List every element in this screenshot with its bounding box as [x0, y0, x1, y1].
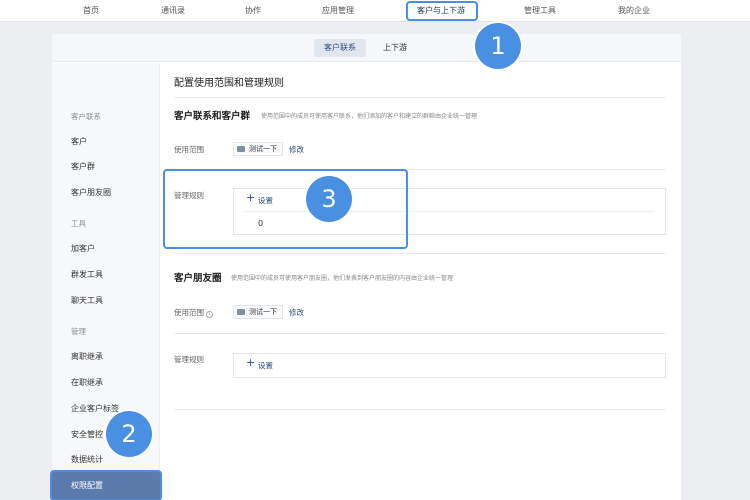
section-title-customer-moments: 客户朋友圈	[174, 273, 222, 284]
sidebar-group-customer-contact: 客户联系	[71, 112, 101, 121]
top-nav: 首页 通讯录 协作 应用管理 客户与上下游 管理工具 我的企业	[0, 0, 750, 22]
highlight-box-nav	[406, 1, 478, 21]
scope-label: 使用范围	[174, 145, 204, 154]
sidebar-item-customer-group[interactable]: 客户群	[71, 161, 95, 172]
sidebar-item-customer-moments[interactable]: 客户朋友圈	[71, 187, 111, 198]
nav-management-tools[interactable]: 管理工具	[524, 0, 556, 22]
divider	[174, 253, 666, 254]
sidebar-item-security[interactable]: 安全管控	[71, 429, 103, 440]
folder-icon	[237, 146, 245, 152]
highlight-box-rule	[163, 169, 408, 249]
sub-tab-bar: 客户联系 上下游	[52, 34, 681, 62]
rule-label: 管理规则	[174, 355, 204, 364]
scope-member-chip: 测试一下	[233, 142, 283, 156]
step-badge-1: 1	[475, 23, 521, 69]
sidebar-item-onjob-inheritance[interactable]: 在职继承	[71, 377, 103, 388]
sidebar-item-customer[interactable]: 客户	[71, 136, 87, 147]
scope-label: 使用范围 i	[174, 307, 213, 318]
sidebar-group-management: 管理	[71, 327, 86, 336]
sidebar-item-mass-send[interactable]: 群发工具	[71, 269, 103, 280]
rule-box: + 设置	[233, 353, 666, 378]
sidebar-item-add-customer[interactable]: 加客户	[71, 243, 95, 254]
divider	[174, 333, 666, 334]
nav-contacts[interactable]: 通讯录	[161, 0, 185, 22]
nav-my-enterprise[interactable]: 我的企业	[618, 0, 650, 22]
sidebar-item-resigned-inheritance[interactable]: 离职继承	[71, 351, 103, 362]
nav-home[interactable]: 首页	[83, 0, 99, 22]
divider	[174, 97, 666, 98]
divider	[174, 409, 666, 410]
section-desc-customer-moments: 使用范围中的成员可使用客户朋友圈，他们发表到客户朋友圈的内容由企业统一管理	[231, 275, 454, 282]
content-area: 配置使用范围和管理规则 客户联系和客户群 使用范围中的成员可使用客户联系，他们添…	[174, 63, 666, 500]
info-icon[interactable]: i	[206, 311, 213, 318]
sidebar-group-tools: 工具	[71, 219, 86, 228]
sidebar-item-customer-tags[interactable]: 企业客户标签	[71, 403, 119, 414]
tab-customer-contact[interactable]: 客户联系	[314, 39, 366, 57]
step-badge-3: 3	[306, 176, 352, 222]
sidebar-item-statistics[interactable]: 数据统计	[71, 454, 103, 465]
edit-scope-link[interactable]: 修改	[289, 144, 304, 155]
edit-scope-link[interactable]: 修改	[289, 307, 304, 318]
page-title: 配置使用范围和管理规则	[174, 78, 284, 89]
set-rule-button[interactable]: 设置	[258, 360, 273, 371]
nav-collaboration[interactable]: 协作	[245, 0, 261, 22]
sidebar-item-chat-tools[interactable]: 聊天工具	[71, 295, 103, 306]
plus-icon[interactable]: +	[246, 356, 255, 369]
nav-app-management[interactable]: 应用管理	[322, 0, 354, 22]
tab-upstream-downstream[interactable]: 上下游	[373, 39, 417, 57]
section-desc-customer-contact: 使用范围中的成员可使用客户联系，他们添加的客户和建立的群聊由企业统一管理	[261, 113, 478, 120]
section-title-customer-contact: 客户联系和客户群	[174, 111, 251, 122]
scope-member-chip: 测试一下	[233, 305, 283, 319]
highlight-box-sidebar	[50, 470, 162, 500]
step-badge-2: 2	[106, 411, 152, 457]
folder-icon	[237, 309, 245, 315]
